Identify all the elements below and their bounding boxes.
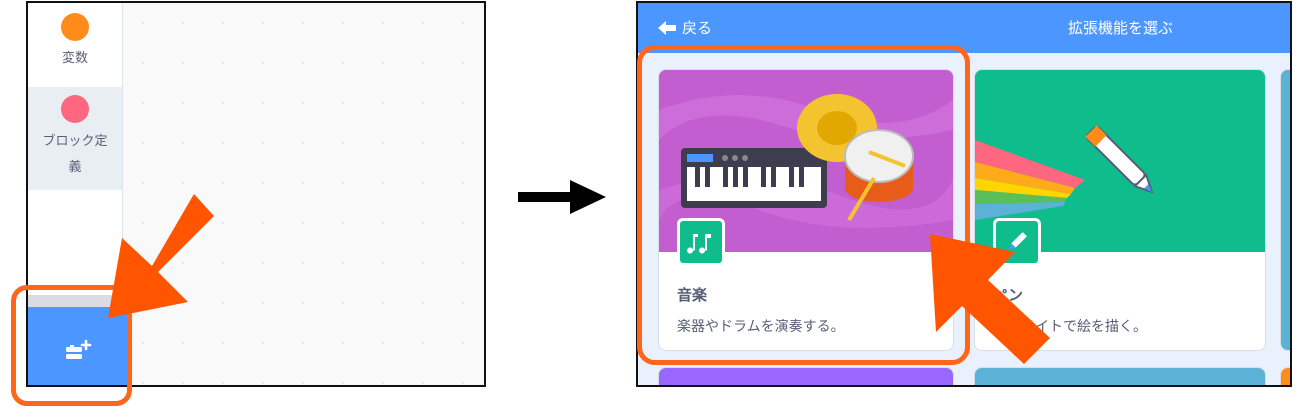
extension-card-partial[interactable]	[1280, 69, 1290, 351]
category-variables-label: 変数	[61, 51, 88, 66]
back-arrow-icon	[658, 20, 676, 35]
back-button-label: 戻る	[682, 19, 713, 37]
extension-card-row2-1[interactable]	[658, 367, 954, 385]
back-button[interactable]: 戻る	[658, 17, 712, 38]
category-variables[interactable]: 変数	[28, 13, 122, 66]
pointer-arrow-icon	[930, 234, 1050, 364]
modal-title: 拡張機能を選ぶ	[1068, 19, 1174, 37]
pointer-arrow-icon	[108, 194, 214, 318]
category-my-blocks-label-line1: ブロック定	[42, 134, 108, 149]
variables-category-dot-icon	[61, 13, 89, 41]
transition-arrow-icon	[518, 180, 606, 214]
category-my-blocks-label-line2: 義	[68, 160, 82, 175]
my-blocks-category-dot-icon	[61, 95, 89, 123]
extension-card-row2-3[interactable]	[1280, 367, 1290, 385]
category-my-blocks[interactable]: ブロック定 義	[28, 87, 122, 190]
